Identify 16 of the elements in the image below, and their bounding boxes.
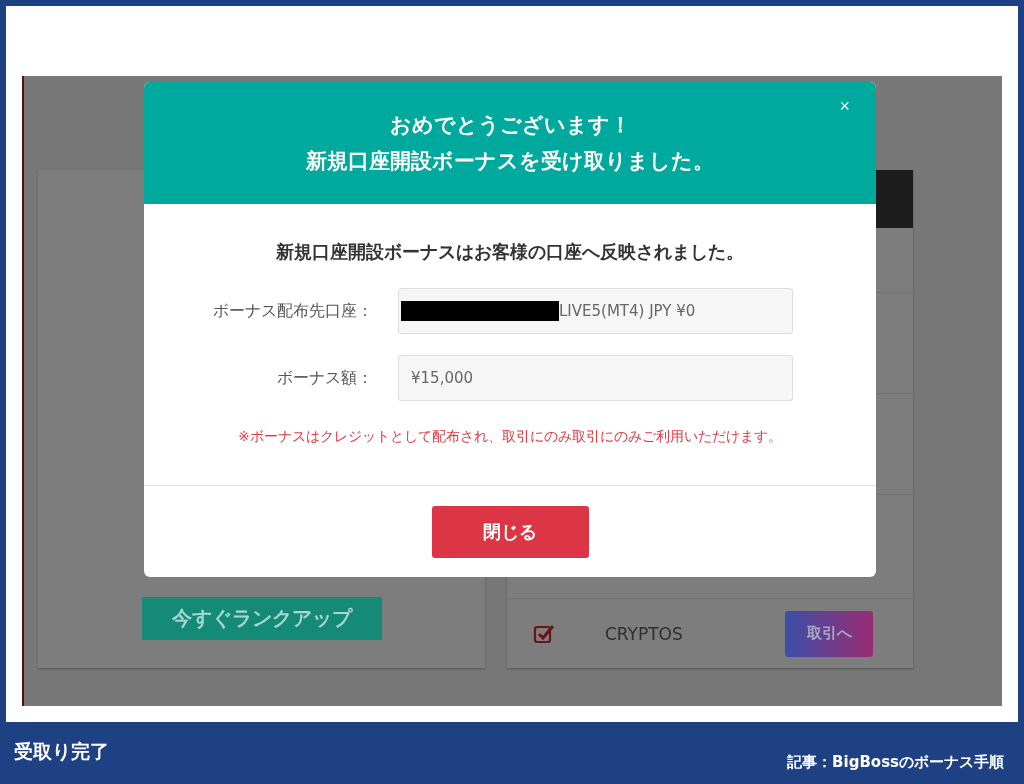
modal-title: おめでとうございます！ <box>389 112 631 139</box>
modal-message: 新規口座開設ボーナスはお客様の口座へ反映されました。 <box>276 240 744 264</box>
trade-button[interactable]: 取引へ <box>785 610 873 657</box>
account-name: CRYPTOS <box>605 623 684 644</box>
field-label: ボーナス額： <box>276 367 374 389</box>
checked-checkbox-icon[interactable] <box>533 622 555 645</box>
modal-title: 新規口座開設ボーナスを受け取りました。 <box>306 148 714 175</box>
bonus-note: ※ボーナスはクレジットとして配布され、取引にのみ取引にのみご利用いただけます。 <box>238 428 782 446</box>
article-source: 記事：BigBossのボーナス手順 <box>787 753 1004 772</box>
close-button[interactable]: × <box>835 94 854 119</box>
readonly-field[interactable]: ¥15,000 <box>398 355 793 401</box>
close-dialog-button[interactable]: 閉じる <box>431 505 589 558</box>
rank-up-button[interactable]: 今すぐランクアップ <box>141 597 382 640</box>
field-label: ボーナス配布先口座： <box>212 300 374 322</box>
readonly-field[interactable]: LIVE5(MT4) JPY ¥0 <box>398 288 793 334</box>
article-caption: 受取り完了 <box>14 739 109 764</box>
